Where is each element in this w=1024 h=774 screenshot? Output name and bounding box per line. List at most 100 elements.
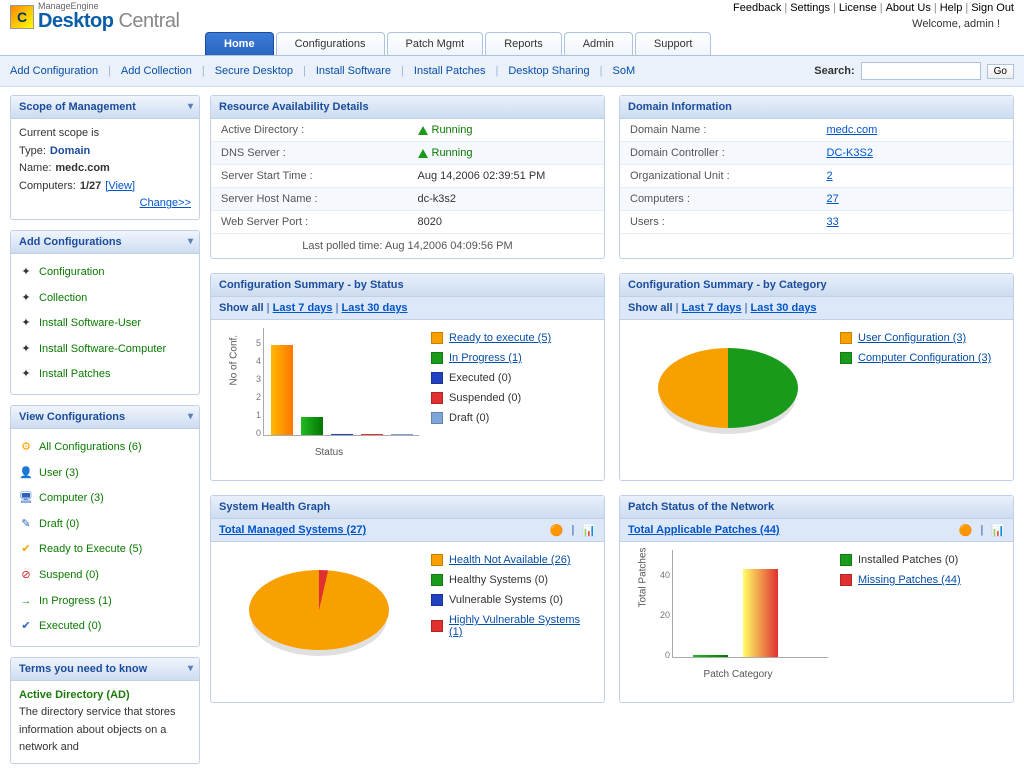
view-config-item[interactable]: ✔Ready to Execute (5) [19, 537, 191, 563]
table-row: Server Start Time :Aug 14,2006 02:39:51 … [211, 165, 604, 188]
search-input[interactable] [861, 62, 981, 80]
view-config-item[interactable]: ✔Executed (0) [19, 614, 191, 640]
legend-item: User Configuration (3) [840, 328, 1005, 348]
cfg-category-pie [658, 348, 798, 428]
cfg-status-chart: No of Conf. 012345 Status [239, 328, 419, 458]
legend-swatch [431, 392, 443, 404]
legend-item: Installed Patches (0) [840, 550, 1005, 570]
domain-link[interactable]: 27 [827, 193, 839, 205]
legend-swatch [431, 574, 443, 586]
scope-computers: 1/27 [80, 178, 101, 196]
status-icon: ✎ [19, 518, 33, 532]
view-config-item[interactable]: ✎Draft (0) [19, 512, 191, 538]
domain-link[interactable]: DC-K3S2 [827, 147, 873, 159]
domain-link[interactable]: 2 [827, 170, 833, 182]
add-config-item[interactable]: ✦Install Software-User [19, 311, 191, 337]
domain-link[interactable]: 33 [827, 216, 839, 228]
cfg-category-legend: User Configuration (3) Computer Configura… [840, 328, 1005, 472]
config-icon: ✦ [19, 266, 33, 280]
legend-item: Missing Patches (44) [840, 570, 1005, 590]
last30-link[interactable]: Last 30 days [342, 302, 408, 314]
pie-icon[interactable]: 🟠 [550, 524, 564, 537]
subnav-install-software[interactable]: Install Software [316, 65, 391, 77]
subnav-install-patches[interactable]: Install Patches [414, 65, 486, 77]
tab-home[interactable]: Home [205, 32, 274, 55]
subnav-secure-desktop[interactable]: Secure Desktop [215, 65, 293, 77]
view-config-item[interactable]: 👤User (3) [19, 461, 191, 487]
subnav-add-collection[interactable]: Add Collection [121, 65, 192, 77]
go-button[interactable]: Go [987, 64, 1014, 79]
view-config-item[interactable]: 🖥Computer (3) [19, 486, 191, 512]
legend-swatch [431, 620, 443, 632]
legend-item: Health Not Available (26) [431, 550, 596, 570]
patch-legend: Installed Patches (0) Missing Patches (44… [840, 550, 1005, 694]
logo: C ManageEngine Desktop Central [10, 2, 179, 31]
add-config-item[interactable]: ✦Install Software-Computer [19, 337, 191, 363]
add-config-item[interactable]: ✦Install Patches [19, 362, 191, 388]
legend-swatch [431, 352, 443, 364]
scope-view-link[interactable]: [View] [105, 178, 135, 196]
legend-link[interactable]: Ready to execute (5) [449, 332, 551, 344]
subnav-som[interactable]: SoM [613, 65, 636, 77]
cfg-status-legend: Ready to execute (5)In Progress (1)Execu… [431, 328, 596, 472]
table-row: Users :33 [620, 211, 1013, 234]
health-sub-link[interactable]: Total Managed Systems (27) [219, 524, 366, 536]
running-icon [418, 126, 428, 135]
top-link-sign-out[interactable]: Sign Out [971, 2, 1014, 14]
last30-link[interactable]: Last 30 days [751, 302, 817, 314]
legend-item: Draft (0) [431, 408, 596, 428]
bar-icon[interactable]: 📊 [582, 524, 596, 537]
domain-info-table: Domain Name :medc.comDomain Controller :… [620, 119, 1013, 234]
chevron-icon[interactable]: ▾ [188, 236, 193, 247]
scope-header: Scope of Management▾ [11, 96, 199, 119]
top-link-help[interactable]: Help [940, 2, 963, 14]
top-link-feedback[interactable]: Feedback [733, 2, 781, 14]
term-name: Active Directory (AD) [19, 687, 191, 705]
table-row: Organizational Unit :2 [620, 165, 1013, 188]
scope-change-link[interactable]: Change>> [140, 197, 191, 209]
legend-swatch [431, 594, 443, 606]
add-config-item[interactable]: ✦Configuration [19, 260, 191, 286]
tab-configurations[interactable]: Configurations [276, 32, 385, 55]
add-config-item[interactable]: ✦Collection [19, 286, 191, 312]
chevron-icon[interactable]: ▾ [188, 101, 193, 112]
chevron-icon[interactable]: ▾ [188, 411, 193, 422]
legend-link[interactable]: In Progress (1) [449, 352, 522, 364]
legend-link[interactable]: User Configuration (3) [858, 332, 966, 344]
last7-link[interactable]: Last 7 days [682, 302, 742, 314]
status-icon: 👤 [19, 466, 33, 480]
tab-support[interactable]: Support [635, 32, 712, 55]
tab-admin[interactable]: Admin [564, 32, 633, 55]
view-config-item[interactable]: ⚙All Configurations (6) [19, 435, 191, 461]
view-config-item[interactable]: →In Progress (1) [19, 589, 191, 615]
top-link-about-us[interactable]: About Us [886, 2, 931, 14]
subnav-desktop-sharing[interactable]: Desktop Sharing [508, 65, 589, 77]
bar-icon[interactable]: 📊 [991, 524, 1005, 537]
legend-link[interactable]: Health Not Available (26) [449, 554, 570, 566]
domain-link[interactable]: medc.com [827, 124, 878, 136]
tab-reports[interactable]: Reports [485, 32, 562, 55]
legend-link[interactable]: Computer Configuration (3) [858, 352, 991, 364]
patch-sub-link[interactable]: Total Applicable Patches (44) [628, 524, 780, 536]
top-link-license[interactable]: License [839, 2, 877, 14]
tab-patch-mgmt[interactable]: Patch Mgmt [387, 32, 484, 55]
top-link-settings[interactable]: Settings [790, 2, 830, 14]
cfg-status-header: Configuration Summary - by Status [211, 274, 604, 297]
legend-swatch [840, 574, 852, 586]
view-configs-header: View Configurations▾ [11, 406, 199, 429]
legend-link[interactable]: Missing Patches (44) [858, 574, 961, 586]
last7-link[interactable]: Last 7 days [273, 302, 333, 314]
view-config-item[interactable]: ⊘Suspend (0) [19, 563, 191, 589]
search-label: Search: [814, 65, 854, 77]
patch-header: Patch Status of the Network [620, 496, 1013, 519]
chevron-icon[interactable]: ▾ [188, 663, 193, 674]
legend-link[interactable]: Highly Vulnerable Systems (1) [449, 614, 596, 638]
resource-avail-table: Active Directory :RunningDNS Server :Run… [211, 119, 604, 234]
status-icon: 🖥 [19, 492, 33, 506]
subnav-add-configuration[interactable]: Add Configuration [10, 65, 98, 77]
pie-icon[interactable]: 🟠 [959, 524, 973, 537]
legend-item: In Progress (1) [431, 348, 596, 368]
health-pie [249, 570, 389, 650]
legend-swatch [840, 352, 852, 364]
legend-item: Computer Configuration (3) [840, 348, 1005, 368]
